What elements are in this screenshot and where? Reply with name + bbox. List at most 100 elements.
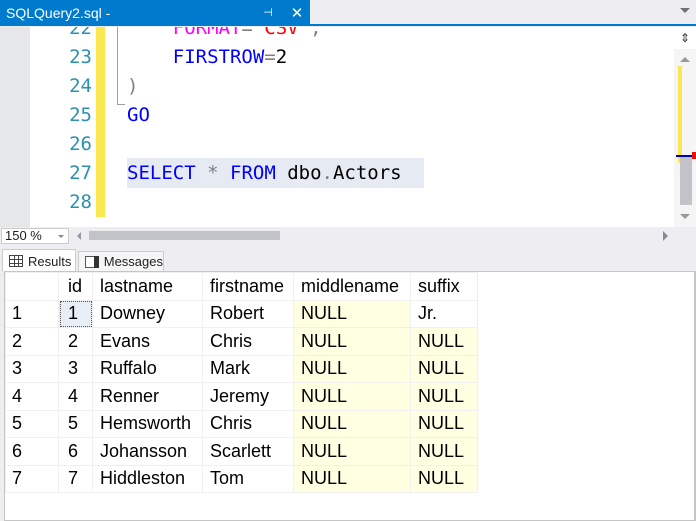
row-number[interactable]: 2 <box>6 328 59 356</box>
scroll-down-icon[interactable] <box>680 214 690 219</box>
scroll-left-icon[interactable] <box>77 232 81 240</box>
table-row[interactable]: 22EvansChrisNULLNULL <box>6 328 478 356</box>
cell-middlename[interactable]: NULL <box>294 438 411 466</box>
code-token: = <box>264 46 275 68</box>
tab-results[interactable]: Results <box>2 249 76 272</box>
row-number[interactable]: 7 <box>6 465 59 493</box>
cell-middlename[interactable]: NULL <box>294 355 411 383</box>
document-tab-title: SQLQuery2.sql - <box>6 5 260 21</box>
cell-lastname[interactable]: Johansson <box>93 438 203 466</box>
column-header-id[interactable]: id <box>59 273 93 301</box>
query-editor[interactable]: 22232425262728 FORMAT='CSV', FIRSTROW=2)… <box>0 27 696 227</box>
cell-suffix[interactable]: Jr. <box>411 300 478 328</box>
split-window-icon[interactable]: ⇕ <box>674 27 696 49</box>
table-row[interactable]: 11DowneyRobertNULLJr. <box>6 300 478 328</box>
table-row[interactable]: 77HiddlestonTomNULLNULL <box>6 465 478 493</box>
cell-firstname[interactable]: Mark <box>203 355 294 383</box>
tab-results-label: Results <box>28 254 71 269</box>
code-line[interactable]: GO <box>127 101 150 130</box>
column-header-lastname[interactable]: lastname <box>93 273 203 301</box>
cell-lastname[interactable]: Ruffalo <box>93 355 203 383</box>
cell-middlename[interactable]: NULL <box>294 328 411 356</box>
column-header-middlename[interactable]: middlename <box>294 273 411 301</box>
cell-suffix[interactable]: NULL <box>411 438 478 466</box>
code-area[interactable]: FORMAT='CSV', FIRSTROW=2) GO SELECT * FROM… <box>105 27 674 227</box>
table-row[interactable]: 55HemsworthChrisNULLNULL <box>6 410 478 438</box>
cell-suffix[interactable]: NULL <box>411 465 478 493</box>
row-number[interactable]: 1 <box>6 300 59 328</box>
code-token: FORMAT <box>173 27 242 39</box>
cell-suffix[interactable]: NULL <box>411 383 478 411</box>
close-icon[interactable]: ✕ <box>290 4 304 22</box>
cell-firstname[interactable]: Jeremy <box>203 383 294 411</box>
code-token: Actors <box>333 162 402 184</box>
row-number-header[interactable] <box>6 273 59 301</box>
table-row[interactable]: 33RuffaloMarkNULLNULL <box>6 355 478 383</box>
cell-id[interactable]: 2 <box>59 328 93 356</box>
pin-icon[interactable]: ⊣ <box>260 6 276 19</box>
code-token: FROM <box>230 162 276 184</box>
code-line[interactable]: ) <box>127 72 138 101</box>
document-tab-sqlquery2[interactable]: SQLQuery2.sql - ⊣ ✕ <box>0 0 310 25</box>
code-token: . <box>322 162 333 184</box>
cell-suffix[interactable]: NULL <box>411 410 478 438</box>
cell-id[interactable]: 3 <box>59 355 93 383</box>
cell-middlename[interactable]: NULL <box>294 383 411 411</box>
cell-firstname[interactable]: Chris <box>203 328 294 356</box>
results-table: id lastname firstname middlename suffix … <box>5 272 478 493</box>
row-number[interactable]: 3 <box>6 355 59 383</box>
cell-id[interactable]: 6 <box>59 438 93 466</box>
cell-lastname[interactable]: Renner <box>93 383 203 411</box>
editor-vertical-scrollbar[interactable]: ⇕ <box>674 27 696 227</box>
results-grid[interactable]: id lastname firstname middlename suffix … <box>4 271 696 521</box>
cell-lastname[interactable]: Evans <box>93 328 203 356</box>
code-line[interactable]: FIRSTROW=2 <box>127 43 287 72</box>
scrollbar-thumb[interactable] <box>680 155 692 205</box>
results-tab-strip: Results Messages <box>0 245 696 271</box>
scrollbar-change-marker <box>678 66 682 163</box>
cell-lastname[interactable]: Hemsworth <box>93 410 203 438</box>
code-line[interactable]: SELECT * FROM dbo.Actors <box>127 159 402 188</box>
cell-lastname[interactable]: Downey <box>93 300 203 328</box>
row-number[interactable]: 6 <box>6 438 59 466</box>
scroll-right-icon[interactable] <box>663 231 668 241</box>
column-header-suffix[interactable]: suffix <box>411 273 478 301</box>
line-number: 22 <box>30 27 92 43</box>
horizontal-scrollbar-thumb[interactable] <box>89 231 280 240</box>
ssms-window: SQLQuery2.sql - ⊣ ✕ 22232425262728 FORMA… <box>0 0 696 521</box>
cell-firstname[interactable]: Chris <box>203 410 294 438</box>
code-token: dbo <box>276 162 322 184</box>
cell-middlename[interactable]: NULL <box>294 300 411 328</box>
row-number[interactable]: 4 <box>6 383 59 411</box>
cell-middlename[interactable]: NULL <box>294 410 411 438</box>
tab-overflow-dropdown-icon[interactable] <box>680 8 690 13</box>
code-line[interactable]: FORMAT='CSV', <box>127 27 322 43</box>
cell-middlename[interactable]: NULL <box>294 465 411 493</box>
code-token <box>127 27 173 39</box>
header-row: id lastname firstname middlename suffix <box>6 273 478 301</box>
cell-suffix[interactable]: NULL <box>411 328 478 356</box>
row-number[interactable]: 5 <box>6 410 59 438</box>
cell-lastname[interactable]: Hiddleston <box>93 465 203 493</box>
cell-firstname[interactable]: Tom <box>203 465 294 493</box>
code-token: , <box>310 27 321 39</box>
scrollbar-error-marker <box>692 152 696 159</box>
code-token: GO <box>127 104 150 126</box>
cell-firstname[interactable]: Robert <box>203 300 294 328</box>
cell-firstname[interactable]: Scarlett <box>203 438 294 466</box>
zoom-level-dropdown[interactable]: 150 % <box>1 228 69 244</box>
column-header-firstname[interactable]: firstname <box>203 273 294 301</box>
table-row[interactable]: 66JohanssonScarlettNULLNULL <box>6 438 478 466</box>
grid-icon <box>9 255 23 267</box>
line-number: 23 <box>30 43 92 72</box>
cell-id[interactable]: 5 <box>59 410 93 438</box>
cell-id[interactable]: 4 <box>59 383 93 411</box>
cell-id[interactable]: 7 <box>59 465 93 493</box>
code-token: ) <box>127 75 138 97</box>
cell-suffix[interactable]: NULL <box>411 355 478 383</box>
table-row[interactable]: 44RennerJeremyNULLNULL <box>6 383 478 411</box>
tab-messages[interactable]: Messages <box>78 251 164 271</box>
cell-id[interactable]: 1 <box>59 300 93 328</box>
document-tab-strip: SQLQuery2.sql - ⊣ ✕ <box>0 0 696 26</box>
scroll-up-icon[interactable] <box>680 57 690 62</box>
